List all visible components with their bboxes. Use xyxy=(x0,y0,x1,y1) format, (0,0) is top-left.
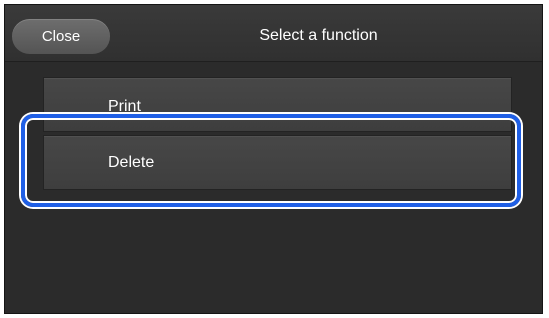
close-button[interactable]: Close xyxy=(12,19,110,54)
menu-item-print[interactable]: Print xyxy=(43,77,512,132)
menu-item-delete[interactable]: Delete xyxy=(43,135,512,190)
page-title: Select a function xyxy=(259,27,378,44)
header-bar: Close Select a function xyxy=(5,5,542,62)
function-select-screen: Close Select a function Print Delete xyxy=(4,4,543,314)
menu-item-label: Delete xyxy=(108,154,155,171)
menu-item-label: Print xyxy=(108,98,141,115)
